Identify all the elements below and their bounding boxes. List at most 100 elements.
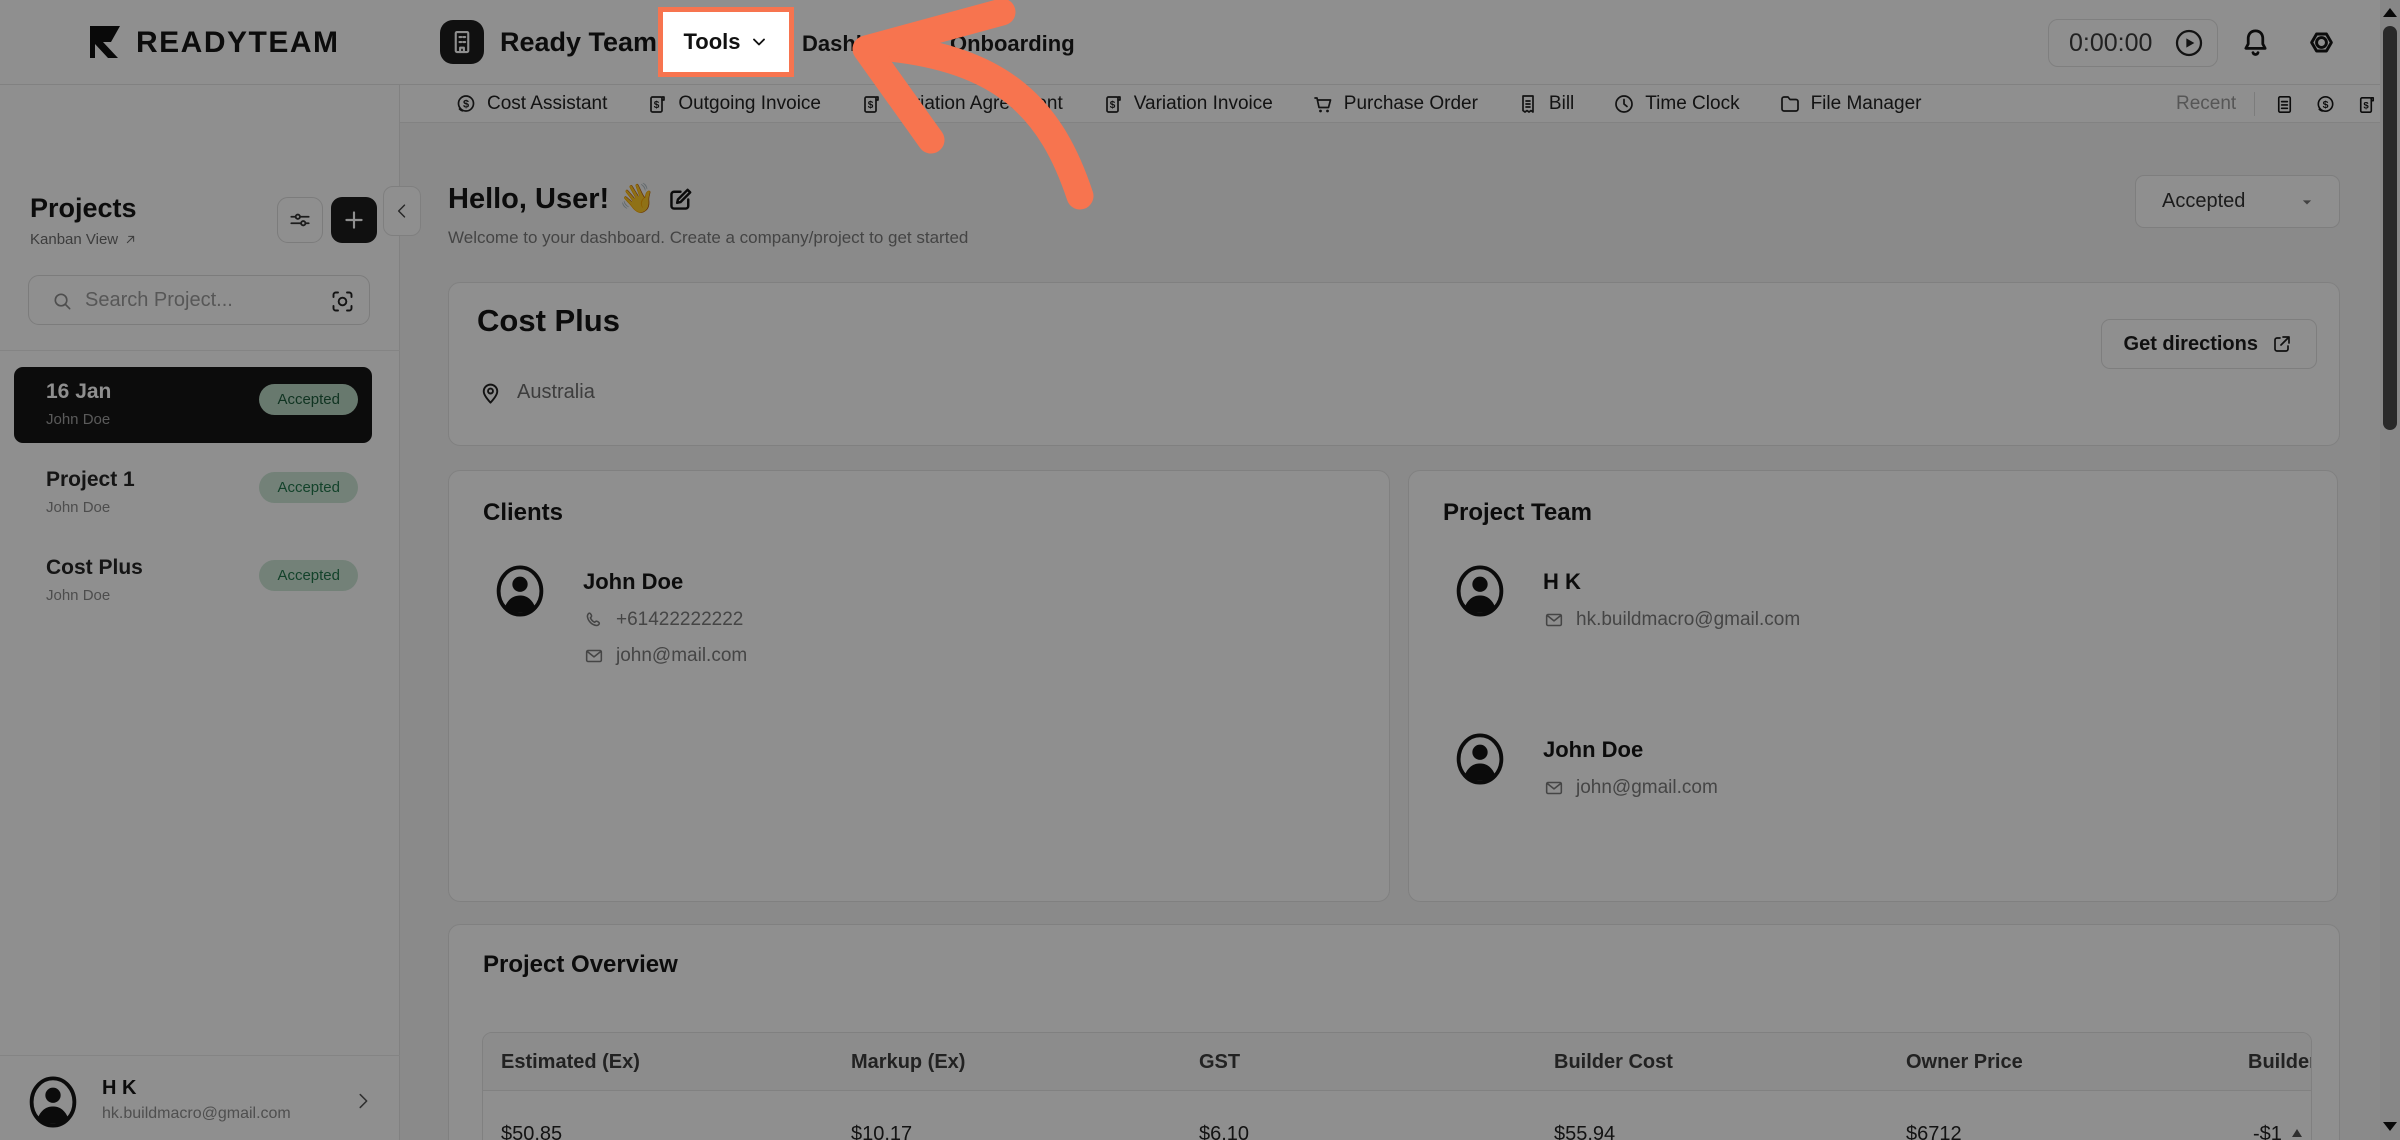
member-email-row: hk.buildmacro@gmail.com [1543,609,1800,631]
add-project-button[interactable] [331,197,377,243]
sidebar-collapse-button[interactable] [383,186,421,236]
toolbar-item-bill[interactable]: Bill [1516,92,1574,116]
mail-icon [1543,609,1565,631]
cell-builder-margin: -$1 [2253,1123,2282,1140]
toolbar-item-variation-invoice[interactable]: Variation Invoice [1101,92,1273,116]
col-builder-cost: Builder Cost [1554,1051,1673,1074]
plus-icon [341,207,367,233]
get-directions-button[interactable]: Get directions [2101,319,2317,369]
member-email: john@gmail.com [1576,777,1718,799]
scrollbar-thumb[interactable] [2383,26,2397,430]
member-email: hk.buildmacro@gmail.com [1576,609,1800,631]
mail-icon [1543,777,1565,799]
toolbar-item-file-manager[interactable]: File Manager [1778,92,1922,116]
project-owner: John Doe [46,587,110,604]
toolbar-item-cost-assistant[interactable]: Cost Assistant [454,92,607,116]
project-name: 16 Jan [46,380,111,404]
toolbar-item-outgoing-invoice[interactable]: Outgoing Invoice [645,92,821,116]
workspace-icon [440,20,484,64]
notifications-bell-icon[interactable] [2238,25,2273,60]
recent-label: Recent [2176,93,2236,115]
filter-projects-button[interactable] [277,197,323,243]
team-member-row: John Doe john@gmail.com [1453,729,1718,799]
client-avatar-icon [493,561,547,621]
col-estimated: Estimated (Ex) [501,1051,640,1074]
col-markup: Markup (Ex) [851,1051,965,1074]
top-navbar: READYTEAM Ready Team Dashboard Onboardin… [0,0,2400,85]
nav-item-tools[interactable]: Tools [658,7,794,77]
app-root: READYTEAM Ready Team Dashboard Onboardin… [0,0,2400,1140]
external-link-icon [2270,332,2294,356]
invoice-icon [1101,92,1125,116]
toolbar-divider [2254,92,2255,116]
nav-item-dashboard[interactable]: Dashboard [802,31,917,57]
toolbar-item-label: Bill [1549,93,1574,115]
kanban-view-link[interactable]: Kanban View [30,231,138,248]
scan-icon[interactable] [329,288,356,315]
project-owner: John Doe [46,499,110,516]
recent-dollar-circle-icon[interactable] [2314,93,2337,116]
chevron-right-icon [352,1090,374,1112]
time-tracker-widget[interactable]: 0:00:00 [2048,19,2218,67]
client-phone: +61422222222 [616,609,743,631]
tools-toolbar: Cost Assistant Outgoing Invoice Variatio… [400,85,2400,123]
cell-builder-cost: $55.94 [1554,1123,1615,1140]
user-avatar-icon [26,1072,80,1132]
status-badge: Accepted [259,472,358,503]
project-team-card: Project Team H K hk.buildmacro@gmail.com… [1408,470,2338,902]
table-scrollbar[interactable] [2289,1095,2305,1140]
scroll-down-arrow-icon[interactable] [2383,1122,2397,1131]
toolbar-item-label: File Manager [1811,93,1922,115]
receipt-icon [1516,92,1540,116]
cart-icon [1311,92,1335,116]
sidebar-divider [0,350,400,351]
col-builder-margin: Builder [2248,1051,2312,1074]
play-timer-icon[interactable] [2173,27,2205,59]
cell-estimated: $50.85 [501,1123,562,1140]
team-title: Project Team [1443,499,1592,527]
client-name: John Doe [583,569,747,595]
invoice-icon [645,92,669,116]
status-filter-dropdown[interactable]: Accepted [2135,175,2340,228]
toolbar-item-label: Purchase Order [1344,93,1478,115]
project-item-16-jan[interactable]: 16 Jan John Doe Accepted [14,367,372,443]
tools-label: Tools [683,29,740,55]
wave-emoji: 👋 [619,182,655,216]
get-directions-label: Get directions [2124,333,2258,356]
nav-item-onboarding[interactable]: Onboarding [950,31,1075,57]
scroll-up-arrow-icon[interactable] [2383,8,2397,17]
timer-value: 0:00:00 [2069,29,2152,58]
greeting-heading: Hello, User! 👋 [448,182,696,216]
cell-gst: $6.10 [1199,1123,1249,1140]
cell-owner-price: $6712 [1906,1123,1962,1140]
toolbar-item-variation-agreement[interactable]: Variation Agreement [859,92,1063,116]
project-item-project-1[interactable]: Project 1 John Doe Accepted [14,455,372,531]
toolbar-item-label: Variation Invoice [1134,93,1273,115]
mail-icon [583,645,605,667]
toolbar-item-purchase-order[interactable]: Purchase Order [1311,92,1478,116]
member-name: H K [1543,569,1800,595]
recent-document-icon[interactable] [2273,93,2296,116]
member-email-row: john@gmail.com [1543,777,1718,799]
settings-gear-icon[interactable] [2303,24,2340,61]
toolbar-item-time-clock[interactable]: Time Clock [1612,92,1739,116]
chevron-left-icon [392,201,412,221]
caret-down-icon [2297,192,2317,212]
cell-markup: $10.17 [851,1123,912,1140]
member-avatar-icon [1453,729,1507,789]
client-email: john@mail.com [616,645,747,667]
edit-icon[interactable] [665,184,696,215]
sliders-icon [287,207,313,233]
recent-invoice-icon[interactable] [2355,93,2378,116]
invoice-icon [859,92,883,116]
projects-sidebar: Projects Kanban View 16 Jan John Doe Acc… [0,85,400,1140]
sidebar-title: Projects [30,193,137,224]
search-input[interactable] [85,276,325,324]
clients-card: Clients John Doe +61422222222 john@mail.… [448,470,1390,902]
page-scrollbar[interactable] [2380,0,2400,1140]
project-name: Project 1 [46,468,135,492]
greeting-title: Hello, User! [448,183,609,216]
status-filter-value: Accepted [2162,190,2245,213]
current-user-row[interactable]: H K hk.buildmacro@gmail.com [0,1060,400,1140]
project-item-cost-plus[interactable]: Cost Plus John Doe Accepted [14,543,372,619]
